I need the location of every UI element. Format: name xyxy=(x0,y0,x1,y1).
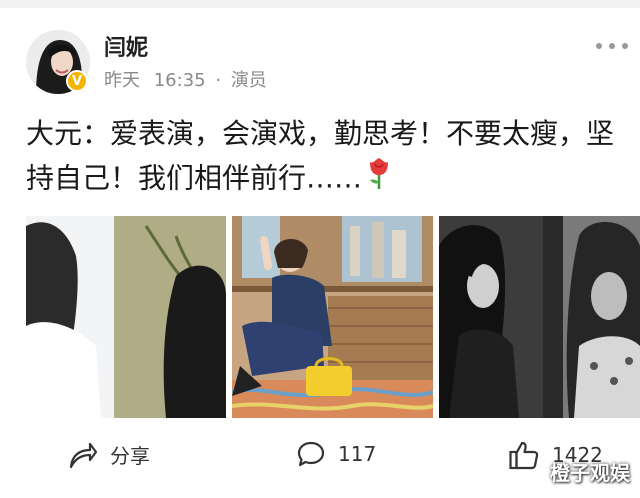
share-arrow-icon xyxy=(69,442,98,468)
photo-grid xyxy=(26,216,640,418)
post-text-line-2: 持自己！我们相伴前行…… xyxy=(26,156,636,203)
verified-badge-icon: V xyxy=(66,70,88,92)
photo-2[interactable] xyxy=(232,216,433,418)
photo-1[interactable] xyxy=(26,216,226,418)
post-role: 演员 xyxy=(230,70,267,91)
comment-count: 117 xyxy=(338,442,377,466)
post-content: 大元：爱表演，会演戏，勤思考！不要太瘦，坚 持自己！我们相伴前行…… xyxy=(26,112,636,203)
photo-3[interactable] xyxy=(439,216,640,418)
more-dots-icon[interactable] xyxy=(594,32,630,57)
post-date: 昨天 xyxy=(104,70,140,91)
username[interactable]: 闫妮 xyxy=(104,30,148,62)
post-meta: 昨天 16:35 · 演员 xyxy=(104,66,267,92)
action-bar: 分享 117 1422 xyxy=(0,430,640,480)
top-divider xyxy=(0,0,640,8)
share-button[interactable]: 分享 xyxy=(68,440,150,469)
comment-bubble-icon xyxy=(297,441,325,467)
watermark: 橙子观娱 xyxy=(550,461,630,485)
meta-separator: · xyxy=(215,70,222,91)
comment-button[interactable]: 117 xyxy=(296,440,376,468)
share-label: 分享 xyxy=(110,444,150,468)
rose-emoji-icon xyxy=(366,156,392,203)
thumbs-up-icon xyxy=(509,441,539,470)
post-time: 16:35 xyxy=(153,70,206,91)
post-text-line-1: 大元：爱表演，会演戏，勤思考！不要太瘦，坚 xyxy=(26,117,615,150)
post-text-line-2-text: 持自己！我们相伴前行…… xyxy=(26,161,363,195)
